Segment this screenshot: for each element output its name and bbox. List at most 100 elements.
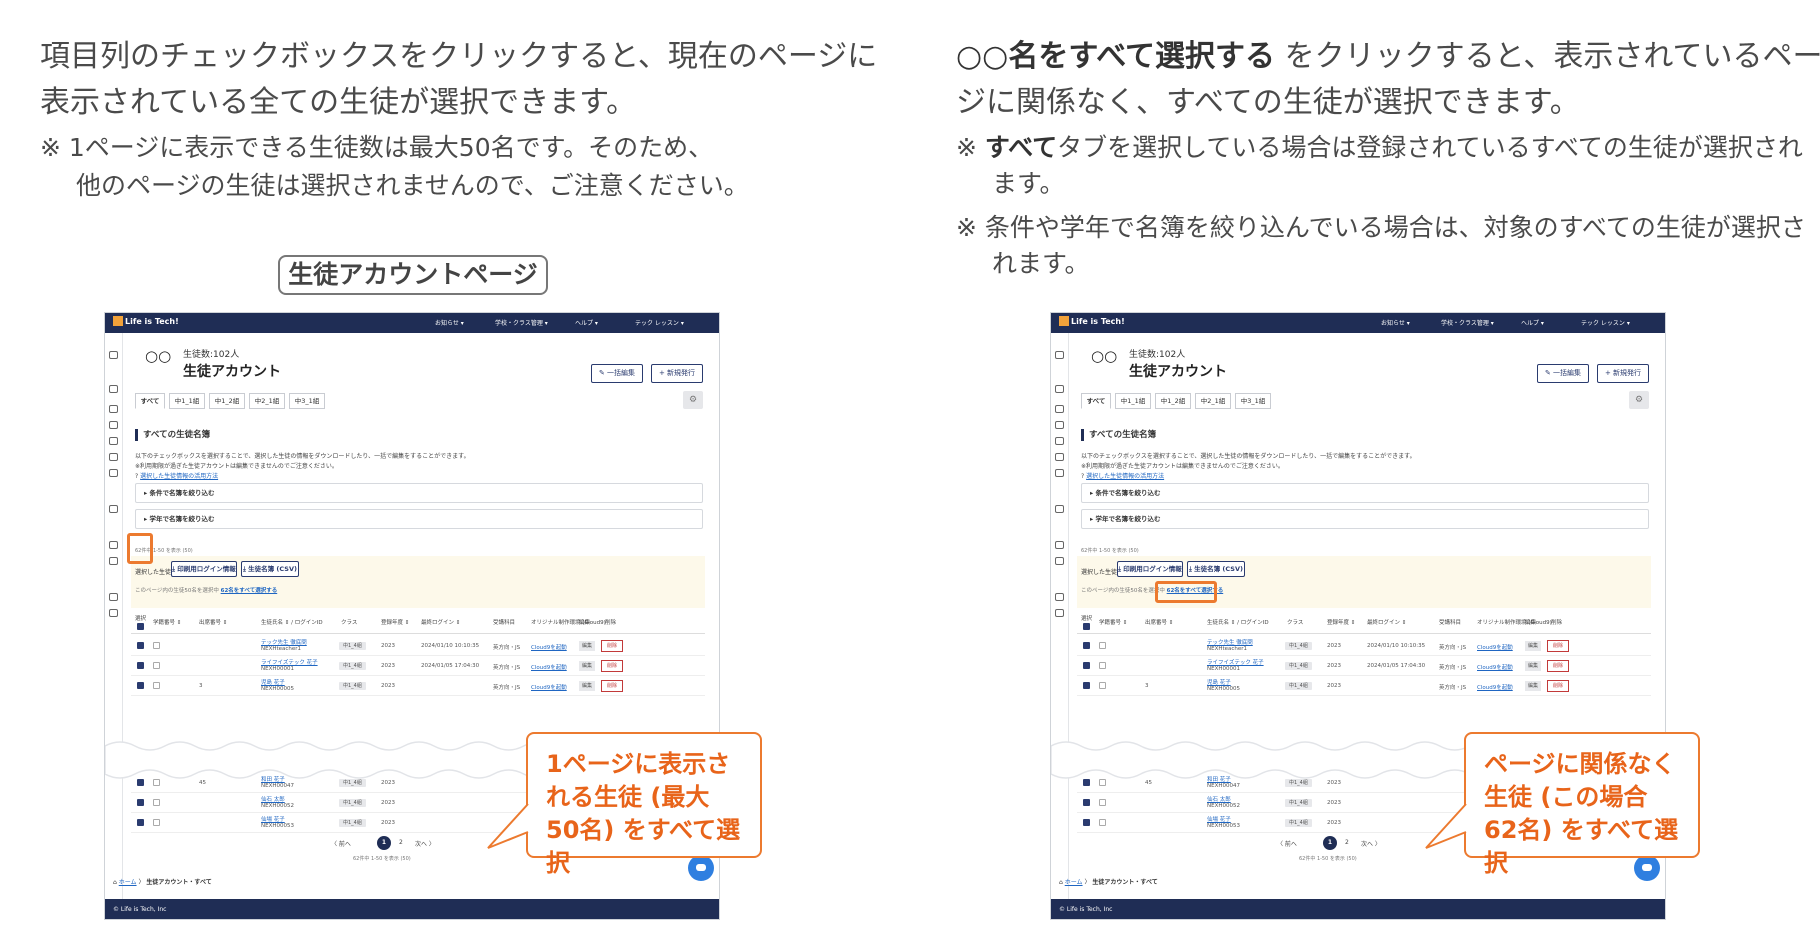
student-name[interactable]: ライフイズテック 花子 [261, 658, 318, 666]
tab-all[interactable]: すべて [135, 393, 165, 409]
filter-grade-accordion[interactable]: ▸ 学年で名簿を絞り込む [135, 509, 703, 529]
col-student-no[interactable]: 学籍番号 ⇕ [153, 618, 181, 626]
filter-grade-accordion[interactable]: ▸ 学年で名簿を絞り込む [1081, 509, 1649, 529]
chat-icon[interactable] [1634, 855, 1660, 881]
page-1[interactable]: 1 [377, 836, 391, 850]
chart-icon[interactable] [1055, 405, 1064, 413]
row-checkbox[interactable] [137, 662, 144, 669]
delete-button[interactable]: 削除 [1547, 680, 1569, 692]
col-login[interactable]: 最終ログイン ⇕ [421, 618, 460, 626]
settings-icon[interactable]: ⚙ [683, 391, 703, 409]
usage-link[interactable]: 選択した生徒情報の活用方法 [1086, 473, 1164, 480]
prev-page[interactable]: 〈 前へ [1277, 839, 1297, 848]
shield-icon[interactable] [109, 541, 118, 549]
monitor-icon[interactable] [1055, 421, 1064, 429]
new-issue-button[interactable]: + 新規発行 [651, 364, 703, 383]
new-issue-button[interactable]: + 新規発行 [1597, 364, 1649, 383]
cloud9-link[interactable]: Cloud9を起動 [531, 643, 567, 651]
col-name[interactable]: 生徒氏名 ⇕ / ログインID [261, 618, 323, 626]
page-2[interactable]: 2 [399, 839, 403, 846]
bulk-edit-button[interactable]: ✎ 一括編集 [1537, 364, 1589, 383]
home-icon[interactable] [109, 351, 118, 359]
edit-button[interactable]: 編集 [579, 661, 595, 671]
nav-school[interactable]: 学校・クラス管理 ▾ [495, 318, 548, 327]
nav-user[interactable]: テック レッスン ▾ [1581, 318, 1630, 327]
student-name[interactable]: 児島 花子 [1207, 678, 1231, 686]
student-name[interactable]: 仙場 花子 [261, 815, 285, 823]
row-checkbox[interactable] [137, 642, 144, 649]
crumb-home[interactable]: ホーム [1065, 879, 1083, 886]
print-login-button[interactable]: ⤓ 印刷用ログイン情報 [1117, 561, 1183, 577]
edit-button[interactable]: 編集 [579, 641, 595, 651]
delete-button[interactable]: 削除 [601, 640, 623, 652]
col-attendance[interactable]: 出席番号 ⇕ [1145, 618, 1173, 626]
crumb-home[interactable]: ホーム [119, 879, 137, 886]
clock-icon[interactable] [109, 437, 118, 445]
home-icon[interactable] [1055, 351, 1064, 359]
monitor-icon[interactable] [109, 421, 118, 429]
next-page[interactable]: 次へ 〉 [1361, 839, 1381, 848]
cloud9-link[interactable]: Cloud9を起動 [531, 663, 567, 671]
col-student-no[interactable]: 学籍番号 ⇕ [1099, 618, 1127, 626]
filter-condition-accordion[interactable]: ▸ 条件で名簿を絞り込む [135, 483, 703, 503]
document-icon[interactable] [1055, 557, 1064, 565]
tab-1-1[interactable]: 中1_1組 [1115, 393, 1151, 409]
trophy-icon[interactable] [1055, 609, 1064, 617]
bulk-edit-button[interactable]: ✎ 一括編集 [591, 364, 643, 383]
row-checkbox[interactable] [1083, 642, 1090, 649]
chart-icon[interactable] [109, 405, 118, 413]
delete-button[interactable]: 削除 [1547, 660, 1569, 672]
prev-page[interactable]: 〈 前へ [331, 839, 351, 848]
col-login[interactable]: 最終ログイン ⇕ [1367, 618, 1406, 626]
palette-icon[interactable] [1055, 469, 1064, 477]
csv-button[interactable]: ⤓ 生徒名簿 (CSV) [241, 561, 299, 577]
row-checkbox[interactable] [137, 682, 144, 689]
report-icon[interactable] [1055, 505, 1064, 513]
student-name[interactable]: テック先生 徹底問 [261, 638, 307, 646]
student-name[interactable]: ライフイズテック 花子 [1207, 658, 1264, 666]
page-2[interactable]: 2 [1345, 839, 1349, 846]
calendar-icon[interactable] [1055, 385, 1064, 393]
row-checkbox[interactable] [137, 779, 144, 786]
next-page[interactable]: 次へ 〉 [415, 839, 435, 848]
row-checkbox[interactable] [1083, 819, 1090, 826]
usage-link[interactable]: 選択した生徒情報の活用方法 [140, 473, 218, 480]
face-icon[interactable] [1055, 593, 1064, 601]
tab-all[interactable]: すべて [1081, 393, 1111, 409]
col-year[interactable]: 登録年度 ⇕ [381, 618, 409, 626]
document-icon[interactable] [109, 557, 118, 565]
student-name[interactable]: 和田 花子 [1207, 775, 1231, 783]
nav-notice[interactable]: お知らせ ▾ [1381, 318, 1410, 327]
tab-1-2[interactable]: 中1_2組 [1155, 393, 1191, 409]
student-name[interactable]: 和田 花子 [261, 775, 285, 783]
tab-1-2[interactable]: 中1_2組 [209, 393, 245, 409]
student-name[interactable]: 仙石 太郎 [261, 795, 285, 803]
edit-button[interactable]: 編集 [579, 681, 595, 691]
page-1[interactable]: 1 [1323, 836, 1337, 850]
tab-2-1[interactable]: 中2_1組 [1195, 393, 1231, 409]
csv-button[interactable]: ⤓ 生徒名簿 (CSV) [1187, 561, 1245, 577]
row-checkbox[interactable] [1083, 682, 1090, 689]
pencil-icon[interactable] [109, 453, 118, 461]
edit-button[interactable]: 編集 [1525, 661, 1541, 671]
palette-icon[interactable] [109, 469, 118, 477]
settings-icon[interactable]: ⚙ [1629, 391, 1649, 409]
cloud9-link[interactable]: Cloud9を起動 [1477, 643, 1513, 651]
delete-button[interactable]: 削除 [1547, 640, 1569, 652]
calendar-icon[interactable] [109, 385, 118, 393]
tab-3-1[interactable]: 中3_1組 [289, 393, 325, 409]
tab-2-1[interactable]: 中2_1組 [249, 393, 285, 409]
row-checkbox[interactable] [137, 799, 144, 806]
student-name[interactable]: テック先生 徹底問 [1207, 638, 1253, 646]
cloud9-link[interactable]: Cloud9を起動 [1477, 663, 1513, 671]
print-login-button[interactable]: ⤓ 印刷用ログイン情報 [171, 561, 237, 577]
chat-icon[interactable] [688, 855, 714, 881]
nav-notice[interactable]: お知らせ ▾ [435, 318, 464, 327]
tab-3-1[interactable]: 中3_1組 [1235, 393, 1271, 409]
select-all-link[interactable]: 62名をすべて選択する [221, 588, 278, 594]
student-name[interactable]: 仙石 太郎 [1207, 795, 1231, 803]
face-icon[interactable] [109, 593, 118, 601]
delete-button[interactable]: 削除 [601, 680, 623, 692]
cloud9-link[interactable]: Cloud9を起動 [1477, 683, 1513, 691]
cloud9-link[interactable]: Cloud9を起動 [531, 683, 567, 691]
